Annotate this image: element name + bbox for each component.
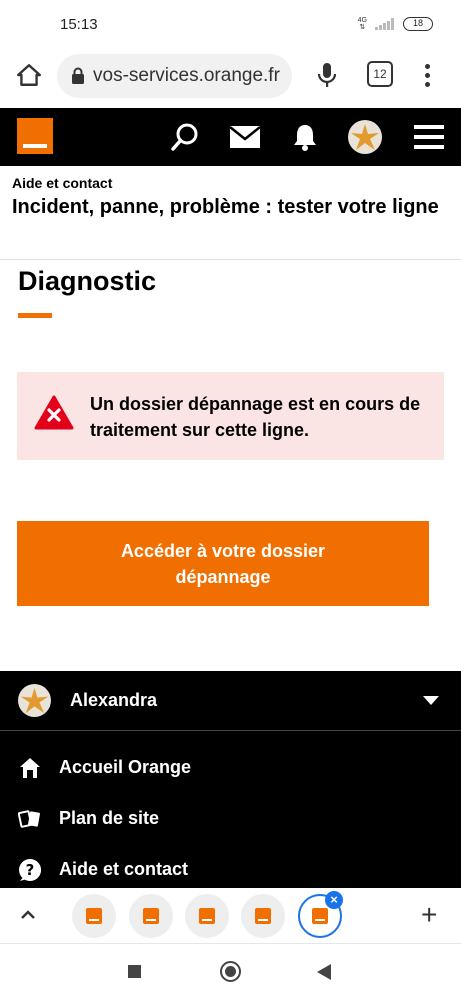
status-time: 15:13 [60,16,98,33]
access-repair-file-button[interactable]: Accéder à votre dossier dépannage [17,521,429,606]
recents-button[interactable] [128,965,141,978]
svg-text:?: ? [26,861,35,879]
footer-link-accueil[interactable]: Accueil Orange [0,747,461,791]
user-avatar [18,684,51,717]
starfish-avatar-icon [20,687,49,714]
tab-strip-expand-button[interactable] [17,904,39,926]
tab-thumbnail[interactable] [241,894,285,938]
status-indicators: 4G ⇅ 18 [358,17,433,31]
sitemap-icon [18,807,42,831]
dot [424,63,430,69]
battery-level: 18 [412,18,423,28]
header-menu-button[interactable] [412,121,446,153]
close-icon: × [330,892,338,907]
microphone-icon [317,63,337,87]
footer-link-label: Aide et contact [59,859,189,879]
warning-icon [34,395,74,430]
page-title: Diagnostic [18,266,157,296]
starfish-avatar-icon [351,124,379,150]
tab-thumbnail[interactable] [185,894,229,938]
tab-count: 12 [373,67,387,81]
orange-favicon-icon [199,908,215,924]
chevron-down-icon [423,696,439,705]
orange-favicon-icon [86,908,102,924]
voice-search-button[interactable] [312,58,342,92]
footer-link-label: Accueil Orange [59,757,192,777]
breadcrumb-parent-link[interactable]: Aide et contact [12,175,112,191]
plus-icon: + [421,899,438,930]
user-name: Alexandra [70,690,158,710]
dot [424,72,430,78]
logo-bar [23,144,47,148]
data-arrows-icon: ⇅ [359,24,366,31]
breadcrumb-current-title: Incident, panne, problème : tester votre… [12,196,439,218]
tab-thumbnail[interactable] [72,894,116,938]
header-notifications-button[interactable] [288,121,322,153]
tab-thumbnail[interactable] [129,894,173,938]
browser-toolbar: vos-services.orange.fr 12 [0,50,461,108]
orange-favicon-icon [312,908,328,924]
status-bar: 15:13 4G ⇅ 18 [0,0,461,50]
burger-line [414,145,444,149]
tab-switcher-button[interactable]: 12 [367,61,393,87]
signal-icon [375,18,395,30]
bell-icon [294,125,316,151]
chevron-up-icon [21,910,35,919]
close-tab-button[interactable]: × [325,891,343,909]
browser-menu-button[interactable] [419,59,435,91]
home-icon [18,756,42,780]
orange-logo[interactable] [17,118,53,154]
breadcrumb: Aide et contact Incident, panne, problèm… [0,166,461,260]
user-account-toggle[interactable]: Alexandra [0,671,461,731]
help-icon: ? [18,858,42,882]
orange-favicon-icon [255,908,271,924]
network-type: 4G [357,17,367,24]
footer-link-label: Plan de site [59,808,160,828]
burger-line [414,125,444,129]
header-mail-button[interactable] [228,121,262,153]
cta-label: Accéder à votre dossier dépannage [120,540,326,587]
address-bar[interactable]: vos-services.orange.fr [57,54,292,98]
browser-home-button[interactable] [12,58,46,92]
dot [424,81,430,87]
mail-icon [229,126,261,148]
header-search-button[interactable] [168,121,202,153]
system-home-button[interactable] [220,961,241,982]
alert-box: Un dossier dépannage est en cours de tra… [17,372,444,460]
system-back-button[interactable] [317,964,331,980]
footer-link-aide[interactable]: ? Aide et contact [0,849,461,893]
network-indicator: 4G ⇅ [358,17,367,31]
title-underline [18,313,52,318]
footer-link-plan-de-site[interactable]: Plan de site [0,798,461,842]
home-icon [16,64,42,86]
browser-tab-strip: × + [0,888,461,944]
system-nav-bar [0,944,461,999]
header-avatar[interactable] [348,120,382,154]
site-header [0,108,461,166]
footer-menu: Alexandra Accueil Orange Plan de site ? … [0,671,461,888]
new-tab-button[interactable]: + [421,899,438,930]
battery-icon: 18 [403,17,433,31]
alert-message: Un dossier dépannage est en cours de tra… [90,394,421,440]
orange-favicon-icon [143,908,159,924]
burger-line [414,135,444,139]
url-text: vos-services.orange.fr [93,65,280,86]
lock-icon [72,67,84,84]
search-icon [171,123,198,151]
